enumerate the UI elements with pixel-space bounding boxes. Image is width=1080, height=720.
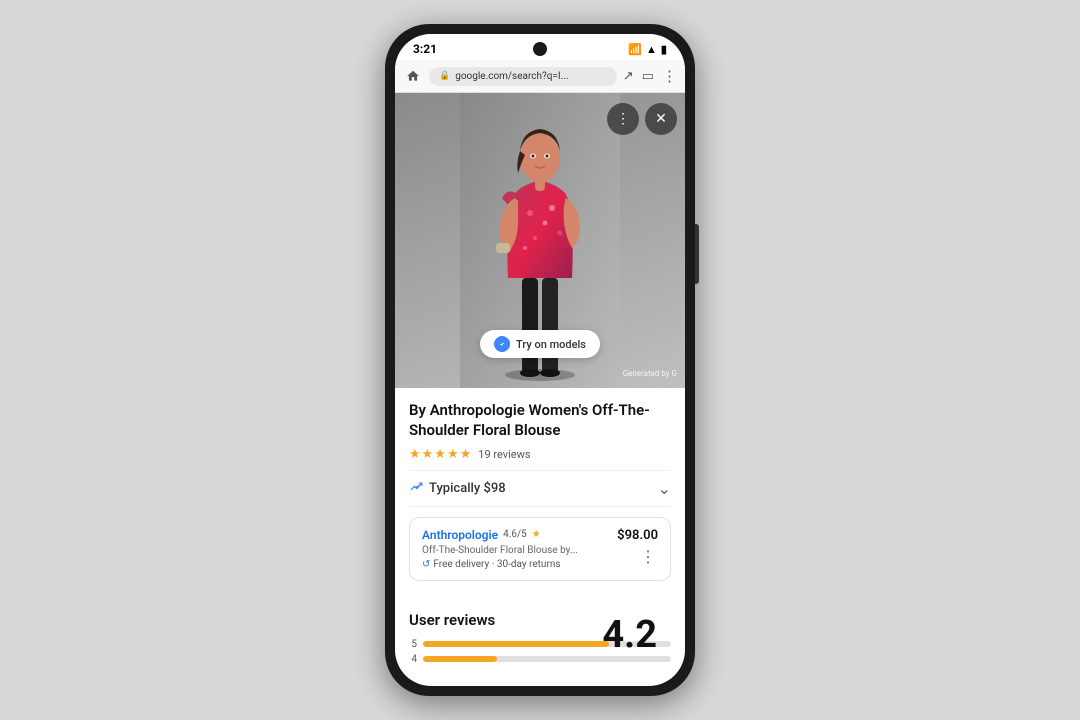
merchant-info: Anthropologie 4.6/5 ★ Off-The-Shoulder F… [422, 528, 609, 570]
reviews-bottom: 5 4 4.2 [409, 639, 671, 665]
reviews-count: 19 reviews [478, 448, 530, 461]
camera-notch [533, 42, 547, 56]
url-bar[interactable]: 🔒 google.com/search?q=I... [429, 67, 617, 86]
shipping-text: Free delivery · 30-day returns [433, 559, 560, 570]
side-button-right [695, 224, 699, 284]
bar-bg-4 [423, 656, 671, 662]
signal-icon: ▲ [646, 43, 657, 56]
page-content[interactable]: ⋮ ✕ Try on models [395, 93, 685, 686]
rating-label-4: 4 [409, 654, 417, 665]
bar-fill-5 [423, 641, 609, 647]
tabs-icon[interactable]: ▭ [642, 69, 654, 84]
product-image-area: ⋮ ✕ Try on models [395, 93, 685, 388]
trend-icon [409, 479, 423, 497]
user-reviews-section: User reviews 5 4 [395, 601, 685, 675]
share-icon[interactable]: ↗ [623, 69, 634, 84]
big-rating-number: 4.2 [602, 613, 657, 657]
ratings-row: ★★★★★ 19 reviews [409, 447, 671, 462]
battery-icon: ▮ [661, 43, 667, 56]
bar-fill-4 [423, 656, 497, 662]
try-on-icon [494, 336, 510, 352]
price-row[interactable]: Typically $98 ⌄ [409, 470, 671, 507]
merchant-price: $98.00 [617, 528, 658, 543]
image-overlay-buttons: ⋮ ✕ [607, 103, 677, 135]
more-icon[interactable]: ⋮ [662, 67, 677, 85]
delivery-icon: ↺ [422, 559, 430, 570]
merchant-name-row: Anthropologie 4.6/5 ★ [422, 528, 609, 542]
merchant-star: ★ [532, 529, 541, 540]
more-options-button[interactable]: ⋮ [607, 103, 639, 135]
url-text: google.com/search?q=I... [455, 71, 568, 82]
merchant-description: Off-The-Shoulder Floral Blouse by... [422, 545, 609, 556]
more-dots-icon: ⋮ [616, 111, 630, 127]
phone-frame: 3:21 📶 ▲ ▮ 🔒 google.com/search?q=I... ↗ … [385, 24, 695, 696]
product-title: By Anthropologie Women's Off-The-Shoulde… [409, 400, 671, 441]
star-rating: ★★★★★ [409, 447, 472, 462]
try-on-button[interactable]: Try on models [480, 330, 600, 358]
lock-icon: 🔒 [439, 71, 450, 81]
browser-actions: ↗ ▭ ⋮ [623, 67, 677, 85]
price-left: Typically $98 [409, 479, 506, 497]
status-icons: 📶 ▲ ▮ [628, 43, 667, 56]
status-time: 3:21 [413, 42, 437, 56]
rating-label-5: 5 [409, 639, 417, 650]
phone-screen: 3:21 📶 ▲ ▮ 🔒 google.com/search?q=I... ↗ … [395, 34, 685, 686]
home-button[interactable] [403, 66, 423, 86]
merchant-more-button[interactable]: ⋮ [638, 547, 658, 566]
price-typically: Typically $98 [429, 481, 506, 496]
generated-label: Generated by G [623, 369, 677, 378]
merchant-name: Anthropologie [422, 528, 498, 542]
merchant-shipping: ↺ Free delivery · 30-day returns [422, 559, 609, 570]
merchant-card[interactable]: Anthropologie 4.6/5 ★ Off-The-Shoulder F… [409, 517, 671, 581]
try-on-label: Try on models [516, 338, 586, 351]
wifi-icon: 📶 [628, 43, 642, 56]
close-button[interactable]: ✕ [645, 103, 677, 135]
browser-chrome: 🔒 google.com/search?q=I... ↗ ▭ ⋮ [395, 60, 685, 93]
close-icon: ✕ [655, 111, 667, 127]
product-info-section: By Anthropologie Women's Off-The-Shoulde… [395, 388, 685, 601]
price-chevron: ⌄ [658, 479, 671, 498]
merchant-rating: 4.6/5 [503, 529, 527, 540]
